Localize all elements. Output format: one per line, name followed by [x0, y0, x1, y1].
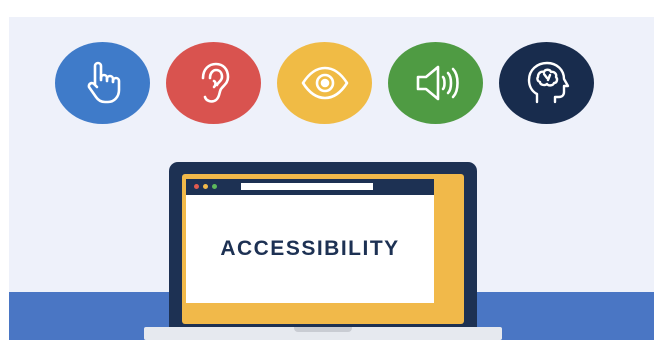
speaker-circle: [388, 42, 483, 124]
brain-head-icon: [527, 61, 569, 104]
page-headline: ACCESSIBILITY: [220, 237, 400, 260]
laptop-screen: ACCESSIBILITY: [169, 162, 477, 327]
eye-icon: [301, 66, 348, 100]
illustration-scene: ACCESSIBILITY: [9, 17, 654, 340]
ear-icon: [201, 62, 229, 103]
browser-toolbar: [186, 179, 434, 195]
ear-circle: [166, 42, 261, 124]
browser-maximize-dot: [212, 184, 217, 189]
laptop-bezel: ACCESSIBILITY: [182, 174, 464, 324]
touch-hand-circle: [55, 42, 150, 124]
brain-head-circle: [499, 42, 594, 124]
address-bar: [241, 183, 373, 190]
browser-minimize-dot: [203, 184, 208, 189]
laptop-base: [144, 327, 502, 340]
laptop-notch: [294, 327, 352, 332]
touch-hand-icon: [87, 61, 120, 104]
browser-page: ACCESSIBILITY: [186, 195, 434, 303]
eye-circle: [277, 42, 372, 124]
speaker-icon: [416, 65, 459, 101]
browser-close-dot: [194, 184, 199, 189]
